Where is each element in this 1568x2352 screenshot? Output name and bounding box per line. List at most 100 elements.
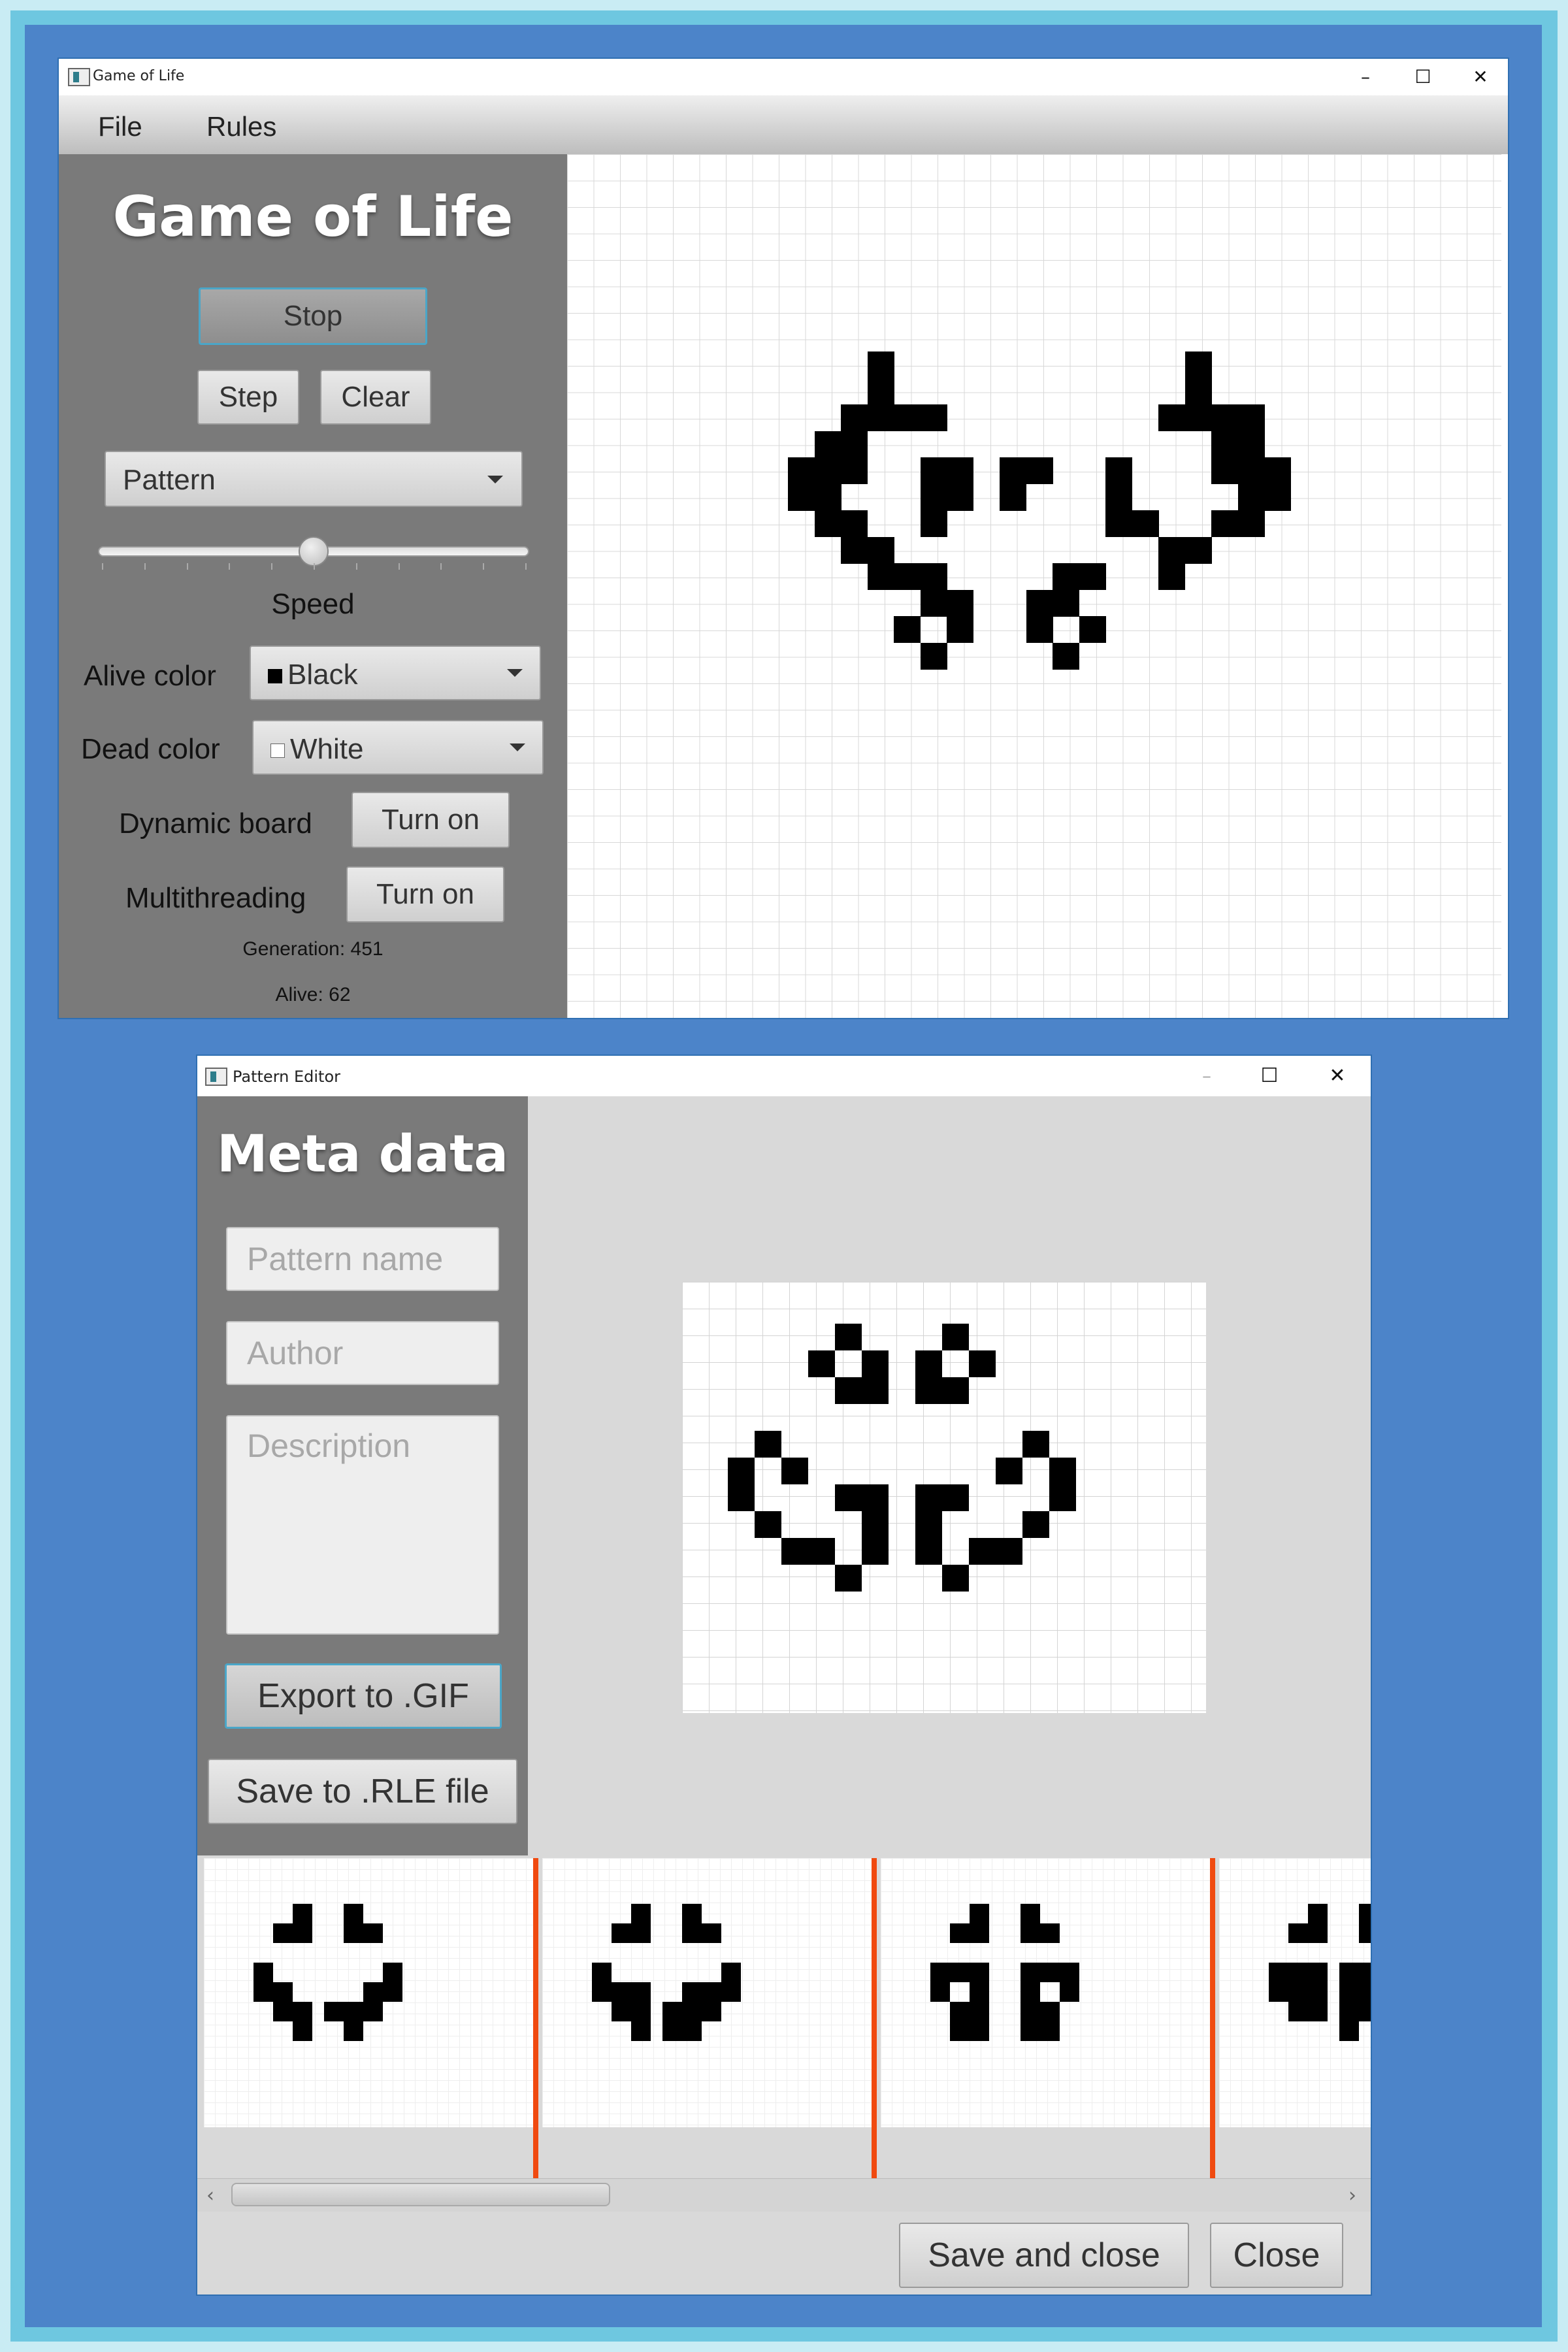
thumbnail-cell bbox=[662, 2002, 682, 2021]
preview-cell bbox=[969, 1350, 996, 1377]
generation-thumbnail[interactable] bbox=[881, 1858, 1211, 2127]
multithreading-button[interactable]: Turn on bbox=[346, 866, 504, 923]
thumbnail-cell bbox=[970, 1982, 989, 2002]
minimize-button[interactable]: – bbox=[1339, 59, 1392, 95]
preview-cell bbox=[781, 1458, 808, 1484]
dynamic-board-label: Dynamic board bbox=[119, 808, 312, 840]
thumbnail-cell bbox=[293, 2002, 312, 2021]
thumbnail-cell bbox=[1269, 1982, 1288, 2002]
dynamic-board-button[interactable]: Turn on bbox=[351, 792, 510, 848]
alive-cell bbox=[1026, 590, 1053, 617]
thumbnail-cell bbox=[1060, 1982, 1079, 2002]
thumbnail-cell bbox=[1308, 2002, 1328, 2021]
app-icon bbox=[205, 1068, 227, 1086]
close-button[interactable]: ✕ bbox=[1308, 1056, 1367, 1096]
generation-thumbnail[interactable] bbox=[204, 1858, 534, 2127]
slider-tick bbox=[440, 563, 442, 570]
thumbnail-cell bbox=[293, 2021, 312, 2041]
game-board[interactable] bbox=[567, 154, 1501, 1018]
alive-cell bbox=[1158, 404, 1185, 431]
alive-cell bbox=[1105, 484, 1132, 511]
speed-slider-thumb[interactable] bbox=[299, 536, 329, 566]
editor-titlebar: Pattern Editor – ☐ ✕ bbox=[197, 1056, 1371, 1096]
alive-cell bbox=[921, 643, 947, 670]
export-gif-button[interactable]: Export to .GIF bbox=[225, 1663, 502, 1729]
thumbnail-cell bbox=[1021, 1982, 1040, 2002]
preview-cell bbox=[728, 1484, 755, 1511]
alive-cell bbox=[841, 431, 868, 458]
generation-thumbnail[interactable] bbox=[542, 1858, 872, 2127]
alive-cell bbox=[815, 457, 841, 484]
alive-color-dropdown[interactable]: Black bbox=[250, 645, 541, 700]
thumbnail-cell bbox=[970, 2021, 989, 2041]
thumbnail-cell bbox=[273, 1982, 293, 2002]
chevron-down-icon bbox=[507, 669, 523, 677]
pattern-preview-grid[interactable] bbox=[682, 1282, 1206, 1713]
scroll-left-icon[interactable]: ‹ bbox=[206, 2184, 214, 2207]
step-button[interactable]: Step bbox=[197, 370, 299, 425]
menu-file[interactable]: File bbox=[98, 111, 142, 142]
slider-tick bbox=[525, 563, 527, 570]
alive-cell bbox=[1185, 351, 1212, 378]
speed-label: Speed bbox=[271, 588, 355, 620]
stop-button[interactable]: Stop bbox=[199, 287, 427, 345]
save-rle-button[interactable]: Save to .RLE file bbox=[208, 1759, 517, 1824]
alive-cell bbox=[1185, 404, 1212, 431]
slider-tick bbox=[144, 563, 146, 570]
thumbnail-cell bbox=[1339, 2021, 1359, 2041]
alive-cell bbox=[947, 590, 973, 617]
maximize-button[interactable]: ☐ bbox=[1240, 1056, 1299, 1096]
alive-cell bbox=[1238, 404, 1265, 431]
close-button[interactable]: ✕ bbox=[1454, 59, 1507, 95]
generation-thumbnail[interactable] bbox=[1219, 1858, 1371, 2127]
thumbnail-cell bbox=[631, 2021, 651, 2041]
thumbnail-cell bbox=[612, 1923, 631, 1943]
alive-cell bbox=[1211, 510, 1238, 537]
close-editor-button[interactable]: Close bbox=[1210, 2223, 1343, 2288]
thumbnail-cell bbox=[1040, 2002, 1060, 2021]
scroll-right-icon[interactable]: › bbox=[1348, 2184, 1356, 2207]
save-and-close-button[interactable]: Save and close bbox=[899, 2223, 1189, 2288]
alive-cell bbox=[1000, 457, 1026, 484]
dead-color-dropdown[interactable]: White bbox=[252, 720, 544, 775]
maximize-button[interactable]: ☐ bbox=[1397, 59, 1449, 95]
thumbnail-cell bbox=[702, 2002, 721, 2021]
thumbnail-cell bbox=[682, 2021, 702, 2041]
thumbnail-cell bbox=[293, 1904, 312, 1923]
clear-button[interactable]: Clear bbox=[320, 370, 431, 425]
control-panel: Game of Life Stop Step Clear Pattern Spe… bbox=[59, 154, 567, 1018]
thumbnail-cell bbox=[930, 1963, 950, 1982]
alive-cell bbox=[1079, 616, 1106, 643]
thumbnail-cell bbox=[1060, 1963, 1079, 1982]
description-field[interactable]: Description bbox=[226, 1415, 499, 1635]
slider-tick bbox=[271, 563, 273, 570]
thumbnail-cell bbox=[702, 1982, 721, 2002]
menu-rules[interactable]: Rules bbox=[206, 111, 276, 142]
menu-bar: File Rules bbox=[59, 95, 1508, 154]
thumbnail-cell bbox=[1359, 1904, 1371, 1923]
pattern-dropdown[interactable]: Pattern bbox=[105, 451, 523, 507]
thumbnail-cell bbox=[1021, 2021, 1040, 2041]
generation-strip bbox=[197, 1855, 1371, 2180]
thumbnail-cell bbox=[970, 1963, 989, 1982]
thumbnail-cell bbox=[324, 2002, 344, 2021]
horizontal-scrollbar[interactable]: ‹ › bbox=[197, 2178, 1371, 2212]
alive-cell bbox=[868, 537, 894, 564]
panel-heading: Game of Life bbox=[112, 184, 514, 250]
thumbnail-cell bbox=[682, 1904, 702, 1923]
alive-cell bbox=[1000, 484, 1026, 511]
author-field[interactable]: Author bbox=[226, 1321, 499, 1385]
minimize-button[interactable]: – bbox=[1177, 1056, 1236, 1096]
alive-cell bbox=[1238, 457, 1265, 484]
preview-cell bbox=[808, 1538, 835, 1565]
scrollbar-thumb[interactable] bbox=[231, 2183, 610, 2206]
preview-cell bbox=[942, 1565, 969, 1592]
thumbnail-cell bbox=[612, 2002, 631, 2021]
thumbnail-cell bbox=[1021, 1904, 1040, 1923]
pattern-name-field[interactable]: Pattern name bbox=[226, 1227, 499, 1291]
preview-cell bbox=[1049, 1484, 1076, 1511]
thumbnail-cell bbox=[631, 2002, 651, 2021]
thumbnail-cell bbox=[363, 1923, 383, 1943]
app-icon bbox=[68, 68, 90, 86]
slider-tick bbox=[398, 563, 400, 570]
